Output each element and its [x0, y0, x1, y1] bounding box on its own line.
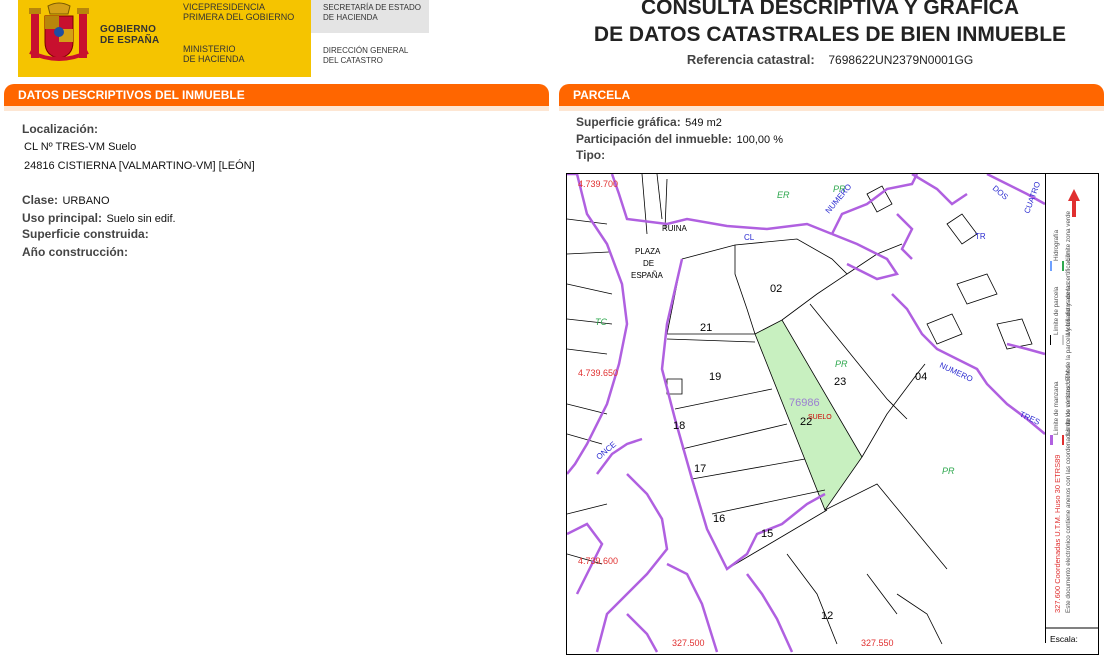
ministerio-line1: MINISTERIO — [183, 44, 236, 54]
parcel-label: 15 — [761, 528, 773, 540]
zone-label: TC — [595, 317, 607, 327]
anio-construccion-label: Año construcción: — [22, 245, 129, 259]
clase-value: URBANO — [62, 195, 110, 207]
utm-note: 327.600 Coordenadas U.T.M. Huso 30 ETRS8… — [1053, 455, 1062, 613]
referencia-value: 7698622UN2379N0001GG — [828, 53, 974, 67]
direccion-line1: DIRECCIÓN GENERAL — [323, 46, 409, 55]
participacion-label: Participación del inmueble: — [576, 132, 733, 146]
street-label: DOS — [991, 184, 1010, 202]
label-plaza: PLAZA — [635, 247, 661, 256]
vicepresidencia-text: VICEPRESIDENCIA PRIMERA DEL GOBIERNO — [183, 2, 294, 22]
parcel-label: 12 — [821, 610, 833, 622]
cadastral-map[interactable]: RUINA PLAZA DE ESPAÑA 02 21 19 23 04 18 … — [566, 173, 1099, 655]
street-label: TRES — [1018, 410, 1041, 427]
direccion-text: DIRECCIÓN GENERAL DEL CATASTRO — [323, 46, 408, 66]
legend-item-hidrografia: Hidrografía — [1053, 229, 1060, 261]
parcel-label: 23 — [834, 376, 846, 388]
vicepresidencia-line1: VICEPRESIDENCIA — [183, 2, 266, 12]
legend-swatch-zona-verde — [1062, 261, 1064, 271]
street-label: CUATRO — [1022, 180, 1042, 214]
vicepresidencia-line2: PRIMERA DEL GOBIERNO — [183, 12, 295, 22]
zone-label: PR — [835, 359, 848, 369]
street-label: TR — [975, 232, 986, 241]
superficie-grafica-value: 549 m2 — [685, 117, 722, 129]
secretaria-line2: DE HACIENDA — [323, 13, 378, 22]
coat-of-arms-icon — [29, 2, 89, 61]
tipo-label: Tipo: — [576, 148, 606, 162]
uso-label: Uso principal: — [22, 211, 103, 225]
superficie-grafica-row: Superficie gráfica: 549 m2 — [576, 113, 722, 131]
label-de: DE — [643, 259, 654, 268]
map-canvas: RUINA PLAZA DE ESPAÑA 02 21 19 23 04 18 … — [567, 174, 1046, 653]
secretaria-block: SECRETARÍA DE ESTADO DE HACIENDA — [311, 0, 429, 33]
title-line2: DE DATOS CATASTRALES DE BIEN INMUEBLE — [593, 23, 1067, 46]
uso-value: Suelo sin edif. — [106, 213, 176, 225]
superficie-construida-label: Superficie construida: — [22, 227, 149, 241]
participacion-value: 100,00 % — [736, 134, 783, 146]
coord-y-label: 4.739.650 — [578, 368, 618, 378]
legend-swatch-hidrografia — [1050, 261, 1052, 271]
parcel-label: 17 — [694, 463, 706, 475]
title-line1: CONSULTA DESCRIPTIVA Y GRÁFICA — [640, 0, 1020, 19]
legend-item-mobiliario: Mobiliario y aceras — [1065, 283, 1072, 336]
street-label: CL — [744, 233, 755, 242]
highlight-ref-label: 76986 — [789, 397, 820, 409]
coord-y-label: 4.739.700 — [578, 179, 618, 189]
ministerio-line2: DE HACIENDA — [183, 54, 245, 64]
gobierno-line1: GOBIERNO — [100, 24, 157, 35]
localizacion-line1: CL Nº TRES-VM Suelo — [24, 141, 137, 153]
secretaria-text: SECRETARÍA DE ESTADO DE HACIENDA — [323, 3, 421, 23]
legend-item-parcela: Límite de parcela — [1053, 286, 1060, 335]
parcel-label: 19 — [709, 371, 721, 383]
referencia-label: Referencia catastral: — [686, 52, 815, 67]
clase-label: Clase: — [22, 193, 59, 207]
zone-label: PR — [942, 466, 955, 476]
legend-swatch-parcela — [1050, 335, 1051, 345]
highlight-sub-label: SUELO — [808, 414, 832, 421]
label-espana: ESPAÑA — [631, 271, 664, 280]
zone-label: ER — [777, 190, 790, 200]
gobierno-logo-block: GOBIERNO DE ESPAÑA — [18, 0, 173, 77]
direccion-line2: DEL CATASTRO — [323, 56, 383, 65]
legend-swatch-construcciones — [1062, 435, 1064, 445]
coord-y-label: 4.739.600 — [578, 556, 618, 566]
superficie-grafica-label: Superficie gráfica: — [576, 115, 681, 129]
label-ruina: RUINA — [662, 224, 688, 233]
vicepresidencia-block: VICEPRESIDENCIA PRIMERA DEL GOBIERNO MIN… — [173, 0, 311, 77]
document-title: CONSULTA DESCRIPTIVA Y GRÁFICA DE DATOS … — [560, 0, 1100, 48]
localizacion-line2: 24816 CISTIERNA [VALMARTINO-VM] [LEÓN] — [24, 160, 255, 172]
clase-row: Clase: URBANO — [22, 191, 110, 209]
legend-swatch-manzana — [1050, 435, 1053, 445]
map-legend: 327.600 Coordenadas U.T.M. Huso 30 ETRS8… — [1045, 173, 1098, 644]
legend-item-construcciones: Límite de construcciones — [1065, 365, 1072, 435]
gobierno-line2: DE ESPAÑA — [100, 35, 160, 46]
parcel-label: 16 — [713, 513, 725, 525]
parcel-label: 04 — [915, 371, 927, 383]
section-divider-right — [559, 106, 1104, 111]
parcel-label: 02 — [770, 283, 782, 295]
parcel-label: 18 — [673, 420, 685, 432]
ministerio-text: MINISTERIO DE HACIENDA — [183, 44, 245, 64]
participacion-row: Participación del inmueble: 100,00 % — [576, 130, 783, 148]
parcel-label: 21 — [700, 322, 712, 334]
referencia-catastral: Referencia catastral: 7698622UN2379N0001… — [560, 52, 1100, 67]
coord-x-label: 327.550 — [861, 638, 894, 648]
gobierno-text: GOBIERNO DE ESPAÑA — [100, 24, 159, 46]
secretaria-line1: SECRETARÍA DE ESTADO — [323, 3, 421, 12]
legend-swatch-mobiliario — [1062, 335, 1064, 345]
uso-row: Uso principal: Suelo sin edif. — [22, 209, 176, 227]
legend-canvas: 327.600 Coordenadas U.T.M. Huso 30 ETRS8… — [1046, 189, 1098, 644]
legend-item-manzana: Límite de manzana — [1053, 381, 1060, 435]
localizacion-label: Localización: — [22, 122, 99, 136]
coord-x-label: 327.500 — [672, 638, 705, 648]
section-divider-left — [4, 106, 549, 111]
scale-label: Escala: — [1050, 634, 1078, 643]
legend-item-zona-verde: Límite zona verde — [1065, 210, 1072, 261]
